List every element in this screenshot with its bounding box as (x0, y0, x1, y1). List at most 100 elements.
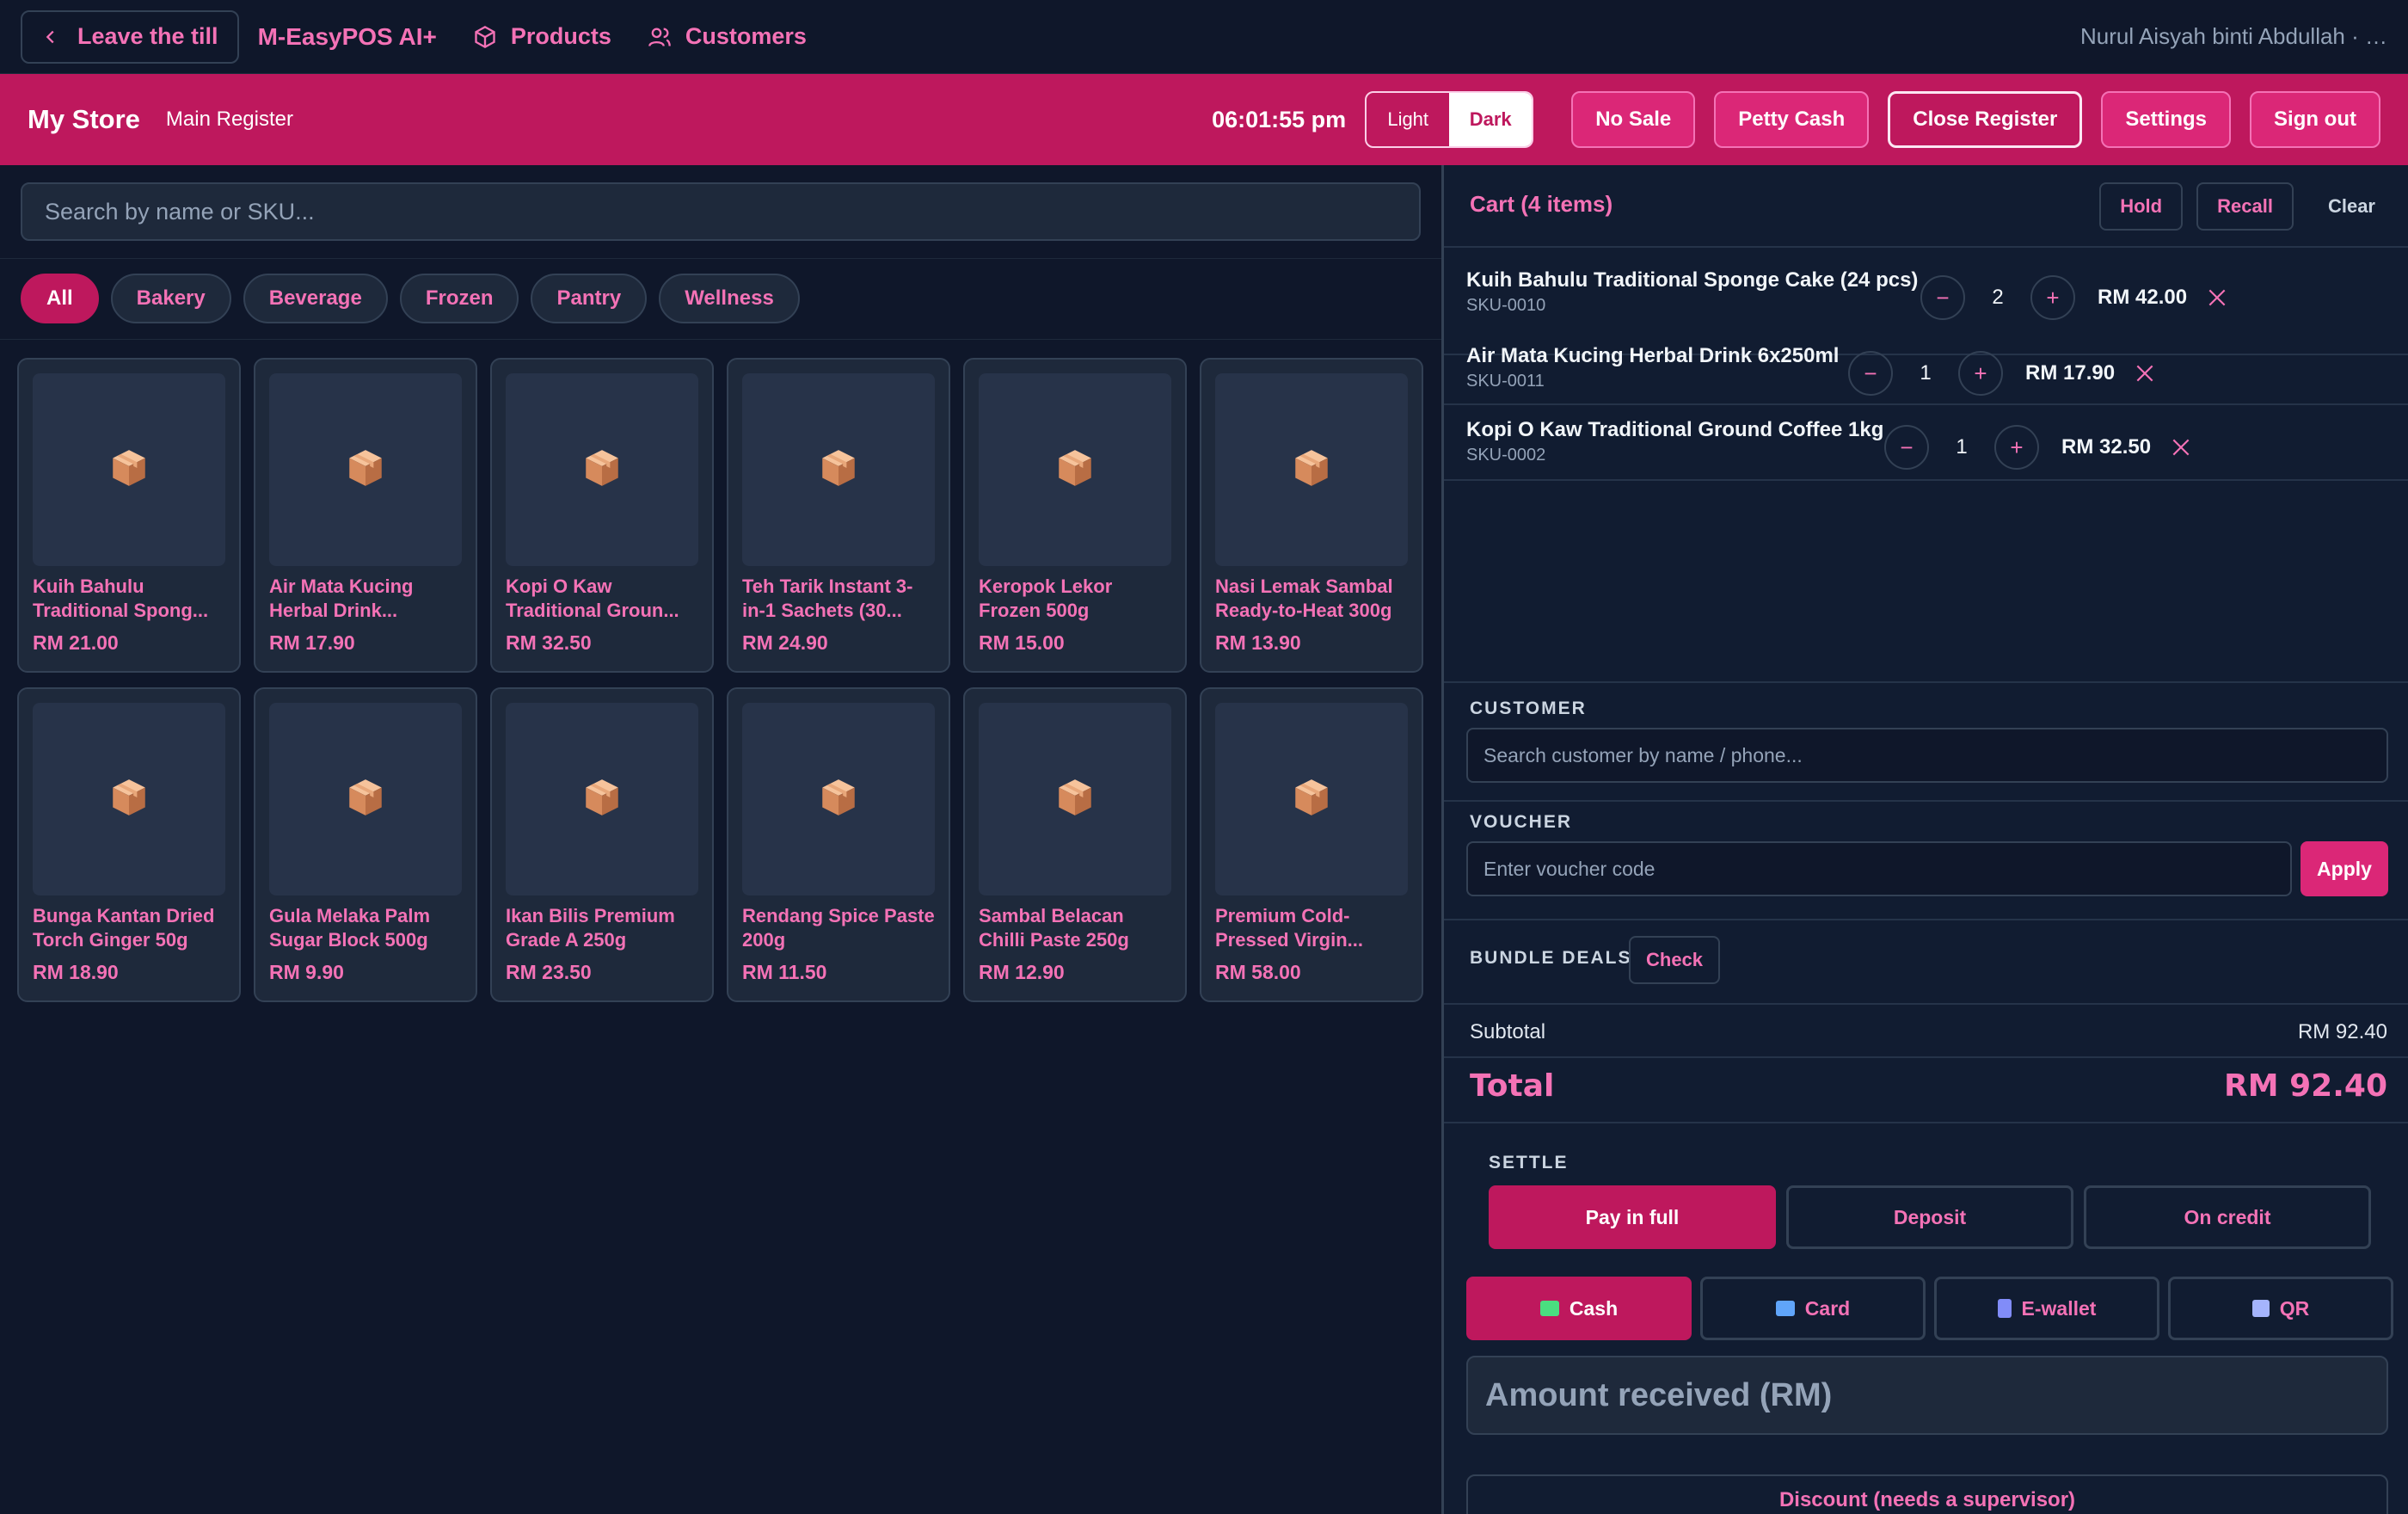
on-credit-button[interactable]: On credit (2084, 1185, 2371, 1249)
payment-ewallet-label: E-wallet (2021, 1296, 2097, 1320)
cart-item: Air Mata Kucing Herbal Drink 6x250ml SKU… (1466, 344, 2404, 418)
no-sale-button[interactable]: No Sale (1571, 91, 1696, 148)
product-card[interactable]: Kuih Bahulu Traditional Spong... RM 21.00 (17, 358, 241, 673)
quantity-stepper: − 1 + RM 17.90 (1848, 351, 2156, 396)
brand-name: M-EasyPOS AI+ (257, 22, 437, 50)
sign-out-button[interactable]: Sign out (2250, 91, 2380, 148)
apply-voucher-button[interactable]: Apply (2300, 841, 2388, 896)
pay-in-full-button[interactable]: Pay in full (1489, 1185, 1776, 1249)
category-chip-pantry[interactable]: Pantry (531, 274, 648, 323)
discount-button[interactable]: Discount (needs a supervisor) (1466, 1474, 2388, 1514)
cart-item-total: RM 32.50 (2061, 435, 2152, 459)
product-price: RM 12.90 (979, 961, 1065, 983)
category-chip-frozen[interactable]: Frozen (399, 274, 519, 323)
divider (0, 339, 1441, 340)
category-chip-all[interactable]: All (21, 274, 99, 323)
product-card[interactable]: Ikan Bilis Premium Grade A 250g RM 23.50 (490, 687, 714, 1002)
category-chip-wellness[interactable]: Wellness (659, 274, 800, 323)
product-price: RM 9.90 (269, 961, 344, 983)
cart-item-qty: 1 (1956, 435, 1968, 459)
product-card[interactable]: Premium Cold-Pressed Virgin... RM 58.00 (1200, 687, 1423, 1002)
theme-toggle[interactable]: Light Dark (1365, 91, 1534, 148)
customer-search-input[interactable]: Search customer by name / phone... (1466, 728, 2388, 783)
bundle-deals-label: BUNDLE DEALS (1470, 948, 1632, 968)
cart-item: Kuih Bahulu Traditional Sponge Cake (24 … (1466, 268, 2404, 342)
nav-products-label: Products (510, 23, 611, 49)
nav-products[interactable]: Products (473, 23, 611, 50)
product-name: Nasi Lemak Sambal Ready-to-Heat 300g (1215, 575, 1393, 621)
cash-icon (1539, 1301, 1559, 1316)
payment-qr-button[interactable]: QR (2168, 1277, 2393, 1340)
recall-button[interactable]: Recall (2196, 182, 2294, 231)
settings-button[interactable]: Settings (2101, 91, 2232, 148)
subtotal-value: RM 92.40 (2297, 1020, 2387, 1043)
product-search-input[interactable]: Search by name or SKU... (21, 182, 1421, 241)
total-label: Total (1470, 1068, 1555, 1104)
product-card[interactable]: Sambal Belacan Chilli Paste 250g RM 12.90 (963, 687, 1187, 1002)
decrease-qty-button[interactable]: − (1884, 425, 1929, 470)
payment-ewallet-button[interactable]: E-wallet (1934, 1277, 2159, 1340)
increase-qty-button[interactable]: + (2030, 275, 2075, 320)
product-price: RM 13.90 (1215, 631, 1301, 654)
product-card[interactable]: Kopi O Kaw Traditional Groun... RM 32.50 (490, 358, 714, 673)
product-price: RM 11.50 (742, 961, 827, 983)
divider (1444, 1003, 2408, 1005)
payment-cash-label: Cash (1569, 1296, 1619, 1320)
theme-dark-option[interactable]: Dark (1449, 93, 1533, 146)
decrease-qty-button[interactable]: − (1848, 351, 1893, 396)
category-filter: All Bakery Beverage Frozen Pantry Wellne… (21, 274, 800, 323)
theme-light-option[interactable]: Light (1367, 93, 1449, 146)
top-bar: Leave the till M-EasyPOS AI+ Products Cu… (0, 0, 2408, 74)
amount-received-input[interactable]: Amount received (RM) (1466, 1356, 2388, 1435)
product-name: Air Mata Kucing Herbal Drink... (269, 575, 414, 621)
product-image (506, 373, 698, 566)
total-value: RM 92.40 (2224, 1068, 2387, 1104)
voucher-input[interactable]: Enter voucher code (1466, 841, 2292, 896)
decrease-qty-button[interactable]: − (1920, 275, 1965, 320)
payment-card-button[interactable]: Card (1700, 1277, 1926, 1340)
settle-label: SETTLE (1489, 1153, 1569, 1172)
category-chip-beverage[interactable]: Beverage (243, 274, 388, 323)
product-card[interactable]: Gula Melaka Palm Sugar Block 500g RM 9.90 (254, 687, 477, 1002)
product-name: Bunga Kantan Dried Torch Ginger 50g (33, 905, 215, 951)
product-grid: Kuih Bahulu Traditional Spong... RM 21.00… (17, 358, 1423, 1002)
leave-till-label: Leave the till (77, 23, 218, 49)
pos-app: Leave the till M-EasyPOS AI+ Products Cu… (0, 0, 2408, 1514)
petty-cash-button[interactable]: Petty Cash (1714, 91, 1870, 148)
clear-cart-button[interactable]: Clear (2307, 182, 2396, 231)
product-card[interactable]: Bunga Kantan Dried Torch Ginger 50g RM 18… (17, 687, 241, 1002)
leave-till-button[interactable]: Leave the till (21, 9, 239, 64)
product-price: RM 15.00 (979, 631, 1065, 654)
nav-customers[interactable]: Customers (648, 23, 807, 50)
product-name: Kopi O Kaw Traditional Groun... (506, 575, 679, 621)
user-name[interactable]: Nurul Aisyah binti Abdullah · … (2080, 23, 2387, 50)
quantity-stepper: − 2 + RM 42.00 (1920, 275, 2228, 320)
cart-panel: Cart (4 items) Hold Recall Clear Kuih Ba… (1441, 165, 2408, 1514)
category-chip-bakery[interactable]: Bakery (110, 274, 231, 323)
payment-qr-label: QR (2279, 1296, 2310, 1320)
product-card[interactable]: Air Mata Kucing Herbal Drink... RM 17.90 (254, 358, 477, 673)
remove-item-icon[interactable] (2170, 436, 2192, 459)
product-card[interactable]: Nasi Lemak Sambal Ready-to-Heat 300g RM 1… (1200, 358, 1423, 673)
hold-button[interactable]: Hold (2099, 182, 2184, 231)
cart-item: Kopi O Kaw Traditional Ground Coffee 1kg… (1466, 418, 2404, 492)
package-icon (108, 446, 150, 494)
deposit-button[interactable]: Deposit (1786, 1185, 2073, 1249)
increase-qty-button[interactable]: + (1994, 425, 2039, 470)
product-card[interactable]: Teh Tarik Instant 3-in-1 Sachets (30... R… (727, 358, 950, 673)
product-card[interactable]: Rendang Spice Paste 200g RM 11.50 (727, 687, 950, 1002)
product-card[interactable]: Keropok Lekor Frozen 500g RM 15.00 (963, 358, 1187, 673)
remove-item-icon[interactable] (2206, 286, 2228, 309)
package-icon (108, 776, 150, 823)
product-price: RM 21.00 (33, 631, 119, 654)
payment-cash-button[interactable]: Cash (1466, 1277, 1692, 1340)
divider (0, 258, 1441, 259)
subtotal-label: Subtotal (1470, 1020, 1546, 1043)
remove-item-icon[interactable] (2134, 362, 2156, 385)
product-price: RM 24.90 (742, 631, 828, 654)
cart-title: Cart (4 items) (1470, 191, 1613, 217)
increase-qty-button[interactable]: + (1958, 351, 2003, 396)
close-register-button[interactable]: Close Register (1888, 91, 2083, 148)
cart-actions: Hold Recall Clear (2099, 182, 2396, 231)
check-bundles-button[interactable]: Check (1629, 936, 1721, 984)
